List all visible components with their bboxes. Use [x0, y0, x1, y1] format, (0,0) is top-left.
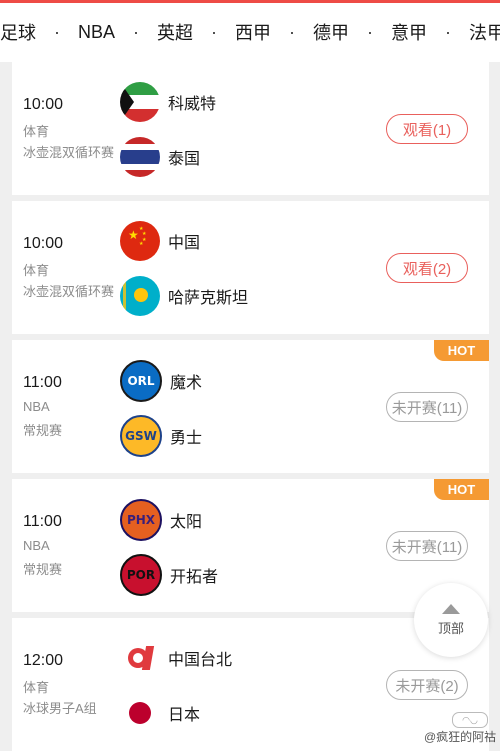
- tab-separator: ·: [133, 21, 140, 42]
- tab-separator: ·: [54, 21, 60, 42]
- match-league: 冰壶混双循环赛: [23, 284, 115, 299]
- tab-ligue-1[interactable]: 法甲: [469, 19, 500, 45]
- tab-separator: ·: [367, 21, 374, 42]
- match-category: 体育: [23, 124, 50, 139]
- home-team: ★ ★ ★ ★ ★ 中国: [120, 221, 200, 261]
- away-team: 日本: [120, 693, 200, 733]
- tab-premier-league[interactable]: 英超: [157, 19, 193, 45]
- match-card[interactable]: 10:00 体育 冰壶混双循环赛 科威特 泰国 观看(1): [12, 62, 489, 195]
- team-name: 中国: [168, 235, 201, 252]
- home-team: ORL 魔术: [120, 360, 202, 402]
- tab-nba[interactable]: NBA: [78, 22, 115, 43]
- match-category: NBA: [23, 538, 50, 553]
- team-name: 哈萨克斯坦: [168, 290, 249, 307]
- team-name: 太阳: [170, 514, 203, 531]
- match-league: 常规赛: [23, 423, 63, 438]
- match-time: 12:00: [23, 652, 64, 669]
- team-name: 勇士: [170, 430, 203, 447]
- match-time: 10:00: [23, 96, 64, 113]
- tab-serie-a[interactable]: 意甲: [391, 19, 427, 45]
- not-started-button[interactable]: 未开赛(2): [386, 670, 468, 700]
- warriors-logo-icon: GSW: [120, 415, 162, 457]
- tab-separator: ·: [211, 21, 218, 42]
- blazers-logo-icon: POR: [120, 554, 162, 596]
- hot-badge: HOT: [434, 340, 489, 361]
- team-logo-text: PHX: [126, 513, 156, 527]
- match-league: 冰壶混双循环赛: [23, 145, 115, 160]
- back-to-top-button[interactable]: 顶部: [414, 583, 488, 657]
- japan-flag-icon: [120, 693, 160, 733]
- league-tab-bar: 足球 · NBA · 英超 · 西甲 · 德甲 · 意甲 · 法甲: [0, 0, 500, 62]
- match-card[interactable]: HOT 11:00 NBA 常规赛 PHX 太阳 POR 开拓者 未开赛(11): [12, 479, 489, 612]
- match-time: 10:00: [23, 235, 64, 252]
- away-team: 哈萨克斯坦: [120, 276, 248, 316]
- kuwait-flag-icon: [120, 82, 160, 122]
- match-card[interactable]: HOT 11:00 NBA 常规赛 ORL 魔术 GSW 勇士 未开赛(11): [12, 340, 489, 473]
- match-card[interactable]: 12:00 体育 冰球男子A组 中国台北 日本 未开赛(2): [12, 618, 489, 751]
- accent-line: [0, 0, 500, 3]
- team-logo-text: GSW: [125, 429, 157, 443]
- tab-la-liga[interactable]: 西甲: [235, 19, 271, 45]
- team-name: 泰国: [168, 151, 201, 168]
- not-started-button[interactable]: 未开赛(11): [386, 392, 468, 422]
- match-league: 常规赛: [23, 562, 63, 577]
- away-team: POR 开拓者: [120, 554, 218, 596]
- match-time: 11:00: [23, 513, 62, 530]
- hot-badge: HOT: [434, 479, 489, 500]
- team-name: 开拓者: [170, 569, 219, 586]
- team-name: 中国台北: [168, 652, 233, 669]
- team-name: 科威特: [168, 96, 217, 113]
- thailand-flag-icon: [120, 137, 160, 177]
- team-logo-text: POR: [126, 568, 156, 582]
- tab-list: 足球 · NBA · 英超 · 西甲 · 德甲 · 意甲 · 法甲: [0, 14, 500, 50]
- match-time: 11:00: [23, 374, 62, 391]
- match-category: 体育: [23, 263, 50, 278]
- match-card[interactable]: 10:00 体育 冰壶混双循环赛 ★ ★ ★ ★ ★ 中国 哈萨克斯坦 观看(2…: [12, 201, 489, 334]
- match-league: 冰球男子A组: [23, 701, 97, 716]
- weibo-logo-icon: ◠◡: [452, 712, 488, 728]
- watch-button[interactable]: 观看(1): [386, 114, 468, 144]
- team-name: 日本: [168, 707, 201, 724]
- tab-separator: ·: [289, 21, 296, 42]
- watch-button[interactable]: 观看(2): [386, 253, 468, 283]
- match-category: 体育: [23, 680, 50, 695]
- tab-separator: ·: [445, 21, 452, 42]
- suns-logo-icon: PHX: [120, 499, 162, 541]
- home-team: PHX 太阳: [120, 499, 202, 541]
- chinese-taipei-flag-icon: [120, 638, 160, 678]
- away-team: 泰国: [120, 137, 200, 177]
- tab-bundesliga[interactable]: 德甲: [313, 19, 349, 45]
- watermark: @疯狂的阿祜: [424, 730, 497, 744]
- home-team: 中国台北: [120, 638, 232, 678]
- arrow-up-icon: [442, 603, 460, 614]
- magic-logo-icon: ORL: [120, 360, 162, 402]
- team-name: 魔术: [170, 375, 203, 392]
- back-to-top-label: 顶部: [437, 620, 464, 636]
- kazakhstan-flag-icon: [120, 276, 160, 316]
- tab-football[interactable]: 足球: [0, 19, 36, 45]
- match-category: NBA: [23, 399, 50, 414]
- team-logo-text: ORL: [127, 374, 155, 388]
- away-team: GSW 勇士: [120, 415, 202, 457]
- not-started-button[interactable]: 未开赛(11): [386, 531, 468, 561]
- home-team: 科威特: [120, 82, 216, 122]
- china-flag-icon: ★ ★ ★ ★ ★: [120, 221, 160, 261]
